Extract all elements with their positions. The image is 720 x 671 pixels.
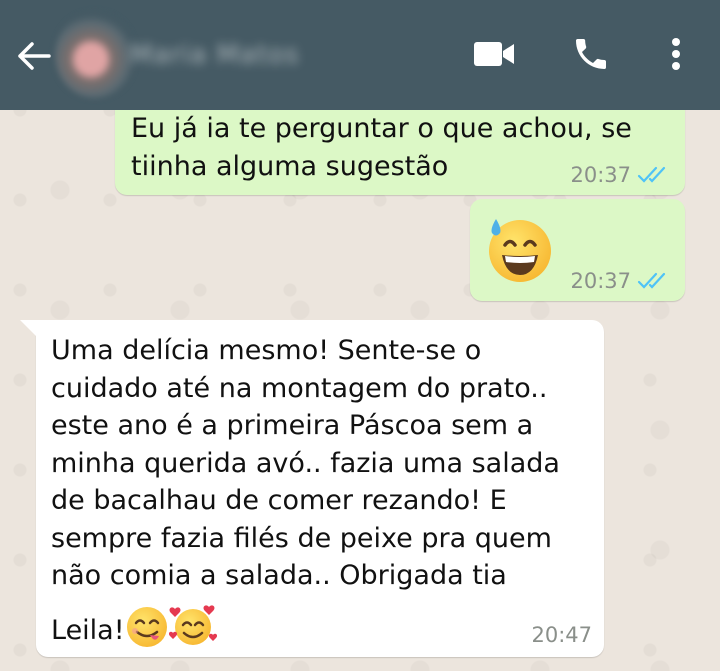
message-line: Leila! (51, 614, 125, 646)
message-text: Uma delícia mesmo! Sente-se o cuidado at… (51, 332, 560, 649)
message-time: 20:47 (531, 623, 592, 647)
more-vert-icon[interactable] (652, 30, 700, 78)
message-line: sempre fazia filés de peixe pra quem (51, 522, 552, 554)
contact-avatar[interactable] (55, 12, 135, 98)
bubble-tail (20, 320, 38, 338)
grinning-face-with-sweat-icon (484, 213, 554, 285)
face-savoring-food-icon (125, 605, 169, 649)
message-line: Uma delícia mesmo! Sente-se o (51, 335, 482, 366)
message-line: minha querida avó.. fazia uma salada (51, 447, 560, 479)
message-line: Eu já ia te perguntar o que achou, se (131, 113, 632, 144)
message-line: não comia a salada.. Obrigada tia (51, 560, 507, 591)
message-time: 20:37 (570, 269, 631, 293)
message-time: 20:37 (570, 163, 631, 187)
message-line: este ano é a primeira Páscoa sem a (51, 410, 534, 441)
smiling-face-with-hearts-icon (168, 601, 217, 645)
double-check-read-icon (637, 272, 666, 289)
chat-header: Maria Matos (0, 0, 720, 110)
message-line: de bacalhau de comer rezando! E (51, 485, 507, 516)
message-line: tiinha alguma sugestão (131, 150, 449, 182)
video-camera-icon[interactable] (470, 30, 518, 78)
contact-name[interactable]: Maria Matos (130, 40, 330, 74)
message-line: cuidado até na montagem do prato.. (51, 372, 548, 404)
back-arrow-icon[interactable] (14, 36, 54, 76)
incoming-message-bubble[interactable]: Uma delícia mesmo! Sente-se o cuidado at… (20, 320, 604, 657)
message-text: Eu já ia te perguntar o que achou, se ti… (131, 110, 632, 185)
double-check-read-icon (637, 166, 666, 183)
outgoing-emoji-bubble[interactable]: 20:37 (470, 199, 685, 301)
phone-icon[interactable] (567, 30, 615, 78)
message-last-line: Leila! (51, 601, 560, 650)
